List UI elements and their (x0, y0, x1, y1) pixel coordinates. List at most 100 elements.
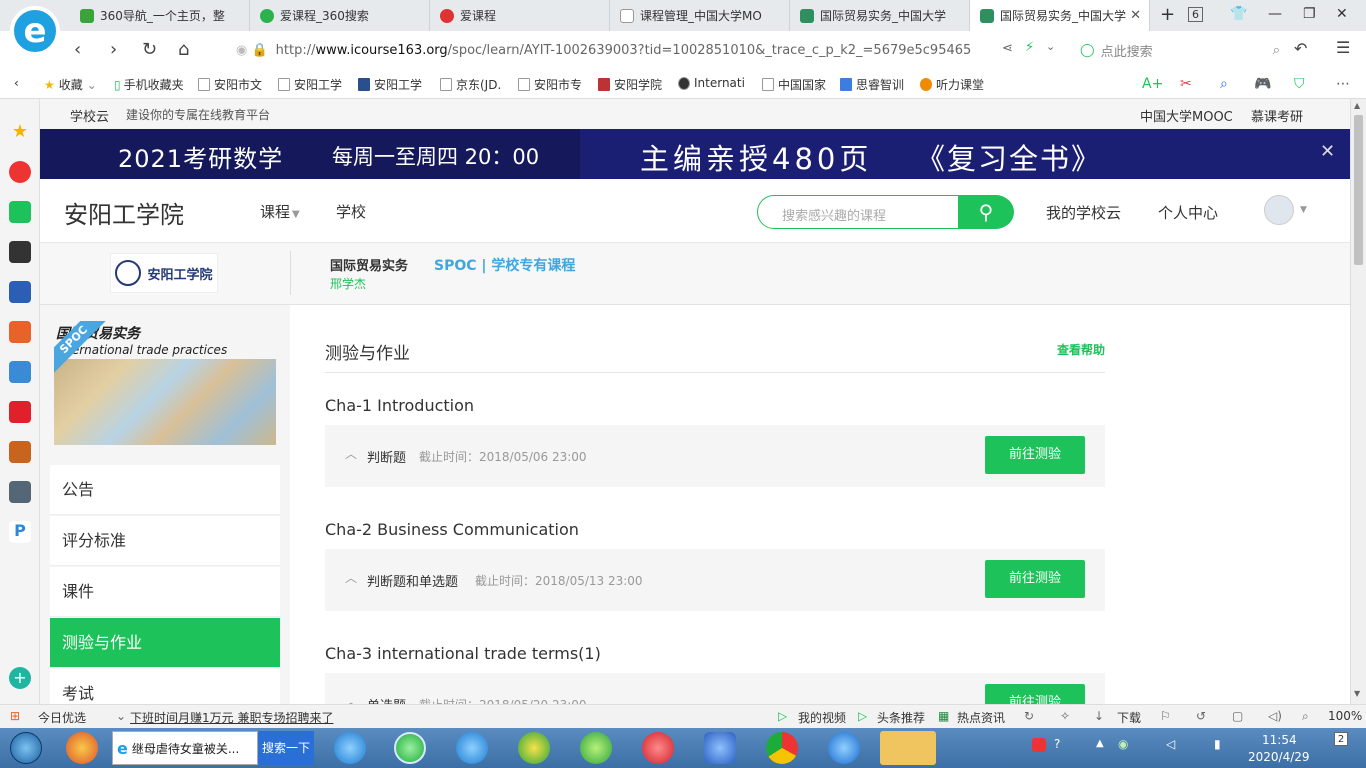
bookmark-item[interactable]: 安阳工学 (358, 76, 422, 93)
nav-course[interactable]: 课程 ▼ (260, 201, 300, 222)
menu-grading[interactable]: 评分标准 (50, 516, 280, 566)
hot-news-link[interactable]: 热点资讯 (957, 709, 1005, 726)
tab-5[interactable]: 国际贸易实务_中国大学 (790, 0, 970, 31)
more-icon[interactable]: ⋯ (1336, 76, 1350, 92)
chevron-up-icon[interactable]: ︿ (345, 445, 357, 462)
shirt-icon[interactable]: 👕 (1230, 6, 1247, 22)
tab-1[interactable]: 360导航_一个主页，整 (70, 0, 250, 31)
search-icon[interactable]: ⌕ (1273, 43, 1280, 58)
add-sidebar-icon[interactable]: + (9, 667, 31, 689)
taskbar-active-window[interactable]: e 继母虐待女童被关... (112, 731, 258, 765)
menu-exam[interactable]: 考试 (50, 669, 280, 704)
zoom-icon[interactable]: ⌕ (1302, 709, 1309, 724)
my-video-link[interactable]: 我的视频 (798, 709, 846, 726)
brand-link[interactable]: 学校云 (70, 106, 109, 125)
close-window-icon[interactable]: ✕ (1336, 6, 1348, 22)
wechat-app-icon[interactable] (880, 731, 936, 765)
volume-icon[interactable]: ◁) (1268, 709, 1282, 723)
mooc-link[interactable]: 中国大学MOOC (1140, 106, 1233, 125)
home-icon[interactable]: ⌂ (178, 39, 189, 60)
teacher-name[interactable]: 邢学杰 (330, 275, 366, 292)
back-icon[interactable]: ‹ (74, 39, 81, 60)
chevron-up-icon[interactable]: ︿ (345, 569, 357, 586)
tab-6-active[interactable]: 国际贸易实务_中国大学 ✕ (970, 0, 1150, 31)
go-to-quiz-button[interactable]: 前往测验 (985, 684, 1085, 704)
avatar[interactable] (1264, 195, 1294, 225)
start-button-icon[interactable] (10, 732, 42, 764)
avatar-dropdown-icon[interactable]: ▼ (1300, 205, 1307, 215)
favorites-star-icon[interactable]: ★ (9, 121, 31, 143)
game-app-3-icon[interactable] (9, 481, 31, 503)
help-link[interactable]: 查看帮助 (1057, 341, 1105, 358)
volume-tray-icon[interactable]: ◁ (1166, 737, 1175, 751)
red-app-icon[interactable] (9, 401, 31, 423)
chevron-up-icon[interactable]: ︿ (345, 693, 357, 704)
menu-quizzes[interactable]: 测验与作业 (50, 618, 280, 668)
sync-icon[interactable]: ↺ (1196, 709, 1206, 723)
bookmark-mobile[interactable]: ▯ 手机收藏夹 (114, 76, 184, 93)
forward-icon[interactable]: › (110, 39, 117, 60)
k-app-icon[interactable] (828, 732, 860, 764)
nav-school[interactable]: 学校 (336, 201, 366, 222)
ie-app-icon[interactable] (334, 732, 366, 764)
shield-icon[interactable]: ⛉ (1294, 76, 1305, 92)
zoom-level[interactable]: 100% (1328, 709, 1362, 723)
bookmark-item[interactable]: 安阳学院 (598, 76, 662, 93)
personal-center-link[interactable]: 个人中心 (1158, 202, 1218, 223)
browser-logo-icon[interactable]: e (10, 6, 60, 56)
menu-announcements[interactable]: 公告 (50, 465, 280, 515)
notification-badge[interactable]: 2 (1334, 732, 1348, 746)
mail-icon[interactable] (9, 201, 31, 223)
game-app-icon[interactable] (9, 361, 31, 383)
bookmark-item[interactable]: 安阳市专 (518, 76, 582, 93)
news-app-icon[interactable] (9, 241, 31, 263)
translate-icon[interactable]: A+ (1142, 76, 1163, 92)
menu-icon[interactable]: ☰ (1336, 38, 1350, 57)
bookmark-item[interactable]: 安阳工学 (278, 76, 342, 93)
promo-banner[interactable]: 2021考研数学 每周一至周四 20：00 主编亲授480页 《复习全书》 ✕ (40, 129, 1350, 179)
bookmark-item[interactable]: 安阳市文 (198, 76, 262, 93)
bookmark-item[interactable]: 京东(JD. (440, 76, 501, 93)
chrome-app-icon[interactable] (766, 732, 798, 764)
news-ticker[interactable]: 下班时间月赚1万元 兼职专场招聘来了 (130, 709, 333, 726)
broom-icon[interactable]: ✧ (1060, 709, 1070, 723)
school-title[interactable]: 安阳工学院 (64, 195, 184, 230)
course-search-input[interactable]: 搜索感兴趣的课程 ⚲ (757, 195, 1014, 229)
signal-tray-icon[interactable]: ▮ (1214, 737, 1221, 751)
window-icon[interactable]: ▢ (1232, 709, 1243, 723)
download-link[interactable]: 下载 (1117, 709, 1141, 726)
share-icon[interactable]: ⋖ (1002, 41, 1013, 56)
clock-date[interactable]: 2020/4/29 (1248, 750, 1310, 764)
refresh-icon[interactable]: ↻ (142, 39, 157, 60)
bookmark-item[interactable]: 思睿智训 (840, 76, 904, 93)
app-balloon-icon[interactable] (66, 732, 98, 764)
today-picks[interactable]: 今日优选 (38, 709, 86, 726)
p-app-icon[interactable]: P (9, 521, 31, 543)
dropdown-icon[interactable]: ⌄ (1046, 40, 1055, 53)
close-banner-icon[interactable]: ✕ (1320, 141, 1335, 162)
scroll-down-icon[interactable]: ▼ (1354, 689, 1360, 698)
bookmark-item[interactable]: 听力课堂 (920, 76, 984, 93)
browser-search-input[interactable]: ◯ 点此搜索 ⌕ (1080, 37, 1280, 63)
search-button-icon[interactable]: ⚲ (958, 196, 1014, 228)
green-cross-app-icon[interactable] (518, 732, 550, 764)
refresh-tool-icon[interactable]: ↻ (1024, 709, 1034, 723)
minimize-icon[interactable]: — (1268, 6, 1282, 22)
tray-expand-icon[interactable]: ▲ (1096, 738, 1104, 749)
antivirus-tray-icon[interactable] (1032, 738, 1046, 752)
scroll-thumb[interactable] (1354, 115, 1363, 265)
find-icon[interactable]: ⌕ (1220, 76, 1228, 92)
headlines-link[interactable]: 头条推荐 (877, 709, 925, 726)
my-school-cloud-link[interactable]: 我的学校云 (1046, 202, 1121, 223)
new-tab-icon[interactable]: + (1160, 4, 1175, 25)
tab-4[interactable]: 课程管理_中国大学MO (610, 0, 790, 31)
game-icon[interactable]: 🎮 (1254, 76, 1271, 92)
undo-icon[interactable]: ↶ (1294, 39, 1307, 58)
help-tray-icon[interactable]: ? (1054, 737, 1060, 751)
url-field[interactable]: ◉ 🔒 http://www.icourse163.org/spoc/learn… (236, 37, 1064, 63)
close-tab-icon[interactable]: ✕ (1130, 8, 1141, 23)
bookmarks-toggle-icon[interactable]: ‹ (14, 76, 19, 90)
taskbar-search-button[interactable]: 搜索一下 (258, 731, 314, 765)
bookmark-item[interactable]: 中国国家 (762, 76, 826, 93)
network-tray-icon[interactable]: ◉ (1118, 737, 1128, 751)
